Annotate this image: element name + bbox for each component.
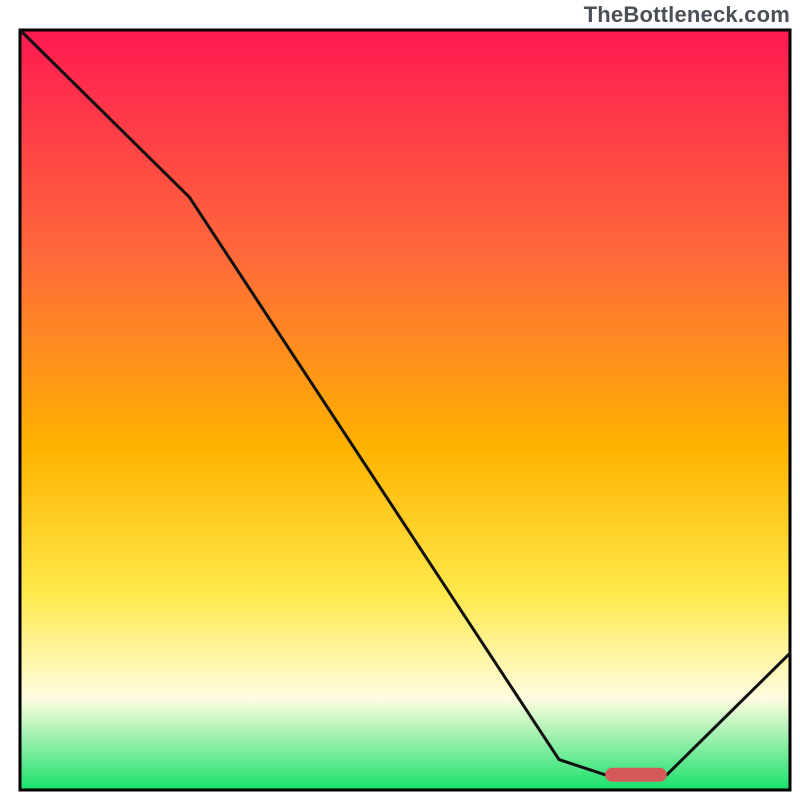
min-marker	[605, 768, 667, 782]
chart-stage: TheBottleneck.com	[0, 0, 800, 800]
bottleneck-chart	[0, 0, 800, 800]
